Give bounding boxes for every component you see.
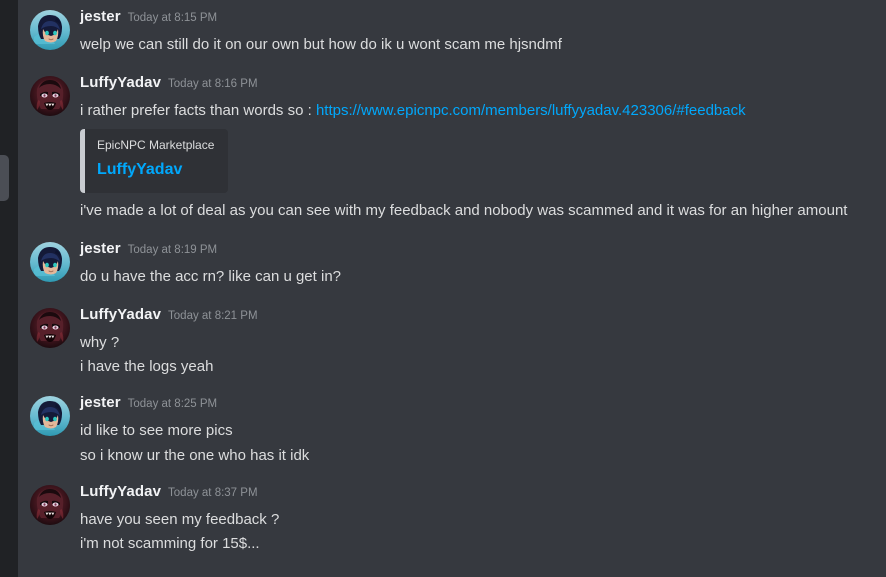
jester-avatar[interactable] (30, 241, 70, 282)
message-text: i'm not scamming for 15$... (80, 535, 260, 553)
message-header: LuffyYadav Today at 8:21 PM (18, 306, 876, 348)
message-header: jester Today at 8:19 PM (18, 240, 876, 282)
link-embed[interactable]: EpicNPC Marketplace LuffyYadav (80, 128, 229, 194)
message-timestamp: Today at 8:19 PM (127, 243, 218, 256)
message-group: LuffyYadav Today at 8:16 PM i rather pref… (18, 74, 886, 223)
luffyyadav-avatar[interactable] (30, 75, 70, 116)
message-text: so i know ur the one who has it idk (80, 446, 310, 464)
message-header: jester Today at 8:15 PM (18, 8, 876, 50)
jester-avatar[interactable] (30, 10, 70, 50)
jester-avatar[interactable] (30, 396, 70, 437)
luffyyadav-avatar[interactable] (30, 484, 70, 525)
message-text-prefix: i rather prefer facts than words so : (80, 101, 316, 119)
message-group: jester Today at 8:15 PM welp we can still… (18, 0, 886, 57)
message-timestamp: Today at 8:16 PM (168, 77, 258, 90)
message-group: jester Today at 8:25 PM id like to see mo… (18, 394, 886, 468)
message-text: i have the logs yeah (80, 358, 214, 376)
message-timestamp: Today at 8:21 PM (168, 309, 258, 322)
embed-title[interactable]: LuffyYadav (97, 160, 214, 180)
message-timestamp: Today at 8:15 PM (127, 12, 218, 24)
epicnpc-profile-link[interactable]: https://www.epicnpc.com/members/luffyyad… (316, 102, 746, 119)
message-text: i've made a lot of deal as you can see w… (80, 202, 848, 220)
discord-window: jester Today at 8:15 PM welp we can still… (0, 0, 886, 577)
message-text: why ? (80, 333, 120, 351)
message-header: LuffyYadav Today at 8:37 PM (18, 483, 876, 525)
messages-container: jester Today at 8:15 PM welp we can still… (18, 0, 886, 556)
message-author[interactable]: jester (80, 240, 121, 257)
message-author[interactable]: jester (80, 8, 121, 25)
message-text: id like to see more pics (80, 422, 233, 440)
message-author[interactable]: jester (80, 394, 121, 411)
message-group: jester Today at 8:19 PM do u have the acc… (18, 240, 886, 289)
message-header: LuffyYadav Today at 8:16 PM (18, 74, 876, 116)
embed-provider: EpicNPC Marketplace (97, 137, 215, 152)
message-author[interactable]: LuffyYadav (80, 306, 161, 323)
server-selection-pill[interactable] (0, 155, 9, 201)
message-group: LuffyYadav Today at 8:37 PM have you seen… (18, 483, 886, 557)
message-text: welp we can still do it on our own but h… (80, 36, 562, 53)
message-text: have you seen my feedback ? (80, 510, 280, 528)
chat-message-list[interactable]: jester Today at 8:15 PM welp we can still… (18, 0, 886, 577)
message-text-with-link: i rather prefer facts than words so : ht… (18, 98, 876, 123)
embed-container: EpicNPC Marketplace LuffyYadav (18, 123, 876, 200)
message-timestamp: Today at 8:25 PM (127, 398, 218, 411)
message-author[interactable]: LuffyYadav (80, 74, 161, 91)
message-group: LuffyYadav Today at 8:21 PM why ? i have … (18, 306, 886, 380)
luffyyadav-avatar[interactable] (30, 307, 70, 348)
message-text: do u have the acc rn? like can u get in? (80, 267, 342, 285)
message-author[interactable]: LuffyYadav (80, 483, 161, 500)
server-rail (0, 0, 18, 577)
message-header: jester Today at 8:25 PM (18, 394, 876, 437)
message-timestamp: Today at 8:37 PM (168, 486, 258, 499)
